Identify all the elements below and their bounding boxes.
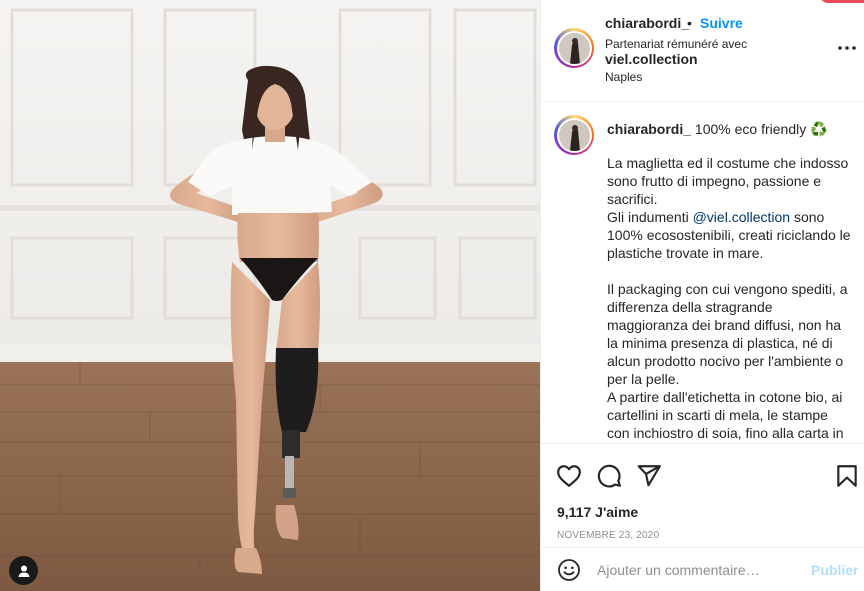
avatar-frame	[556, 117, 592, 153]
avatar-picture	[558, 119, 590, 151]
heart-icon	[557, 465, 581, 487]
share-icon	[637, 465, 661, 487]
comment-box: Publier	[541, 547, 864, 591]
follow-button[interactable]: Suivre	[700, 15, 743, 31]
post-image	[0, 0, 540, 591]
caption-username[interactable]: chiarabordi_	[607, 121, 691, 137]
caption-avatar[interactable]	[554, 115, 594, 155]
avatar-image	[558, 32, 590, 64]
save-button[interactable]	[834, 463, 860, 489]
post-date[interactable]: NOVEMBRE 23, 2020	[557, 530, 659, 541]
avatar-picture	[558, 32, 590, 64]
caption-text: La maglietta ed il costume che indosso s…	[607, 154, 851, 442]
comment-input[interactable]	[597, 559, 793, 581]
caption-header: chiarabordi_ 100% eco friendly ♻️	[607, 121, 828, 138]
like-button[interactable]	[556, 463, 582, 489]
mention-link[interactable]: @viel.collection	[693, 209, 790, 225]
location-link[interactable]: Naples	[605, 70, 642, 84]
caption-paragraph: A partire dall'etichetta in cotone bio, …	[607, 389, 844, 441]
more-horizontal-icon	[838, 46, 856, 50]
caption-paragraph: Gli indumenti @viel.collection sono 100%…	[607, 208, 851, 262]
more-options-button[interactable]	[837, 40, 857, 56]
emoji-button[interactable]	[557, 558, 581, 582]
bookmark-icon	[837, 465, 857, 487]
header-username[interactable]: chiarabordi_	[605, 15, 689, 31]
share-button[interactable]	[636, 463, 662, 489]
comment-icon	[597, 464, 621, 488]
header-avatar[interactable]	[554, 28, 594, 68]
caption-text-part: Gli indumenti	[607, 209, 693, 225]
likes-count[interactable]: 9,117 J'aime	[557, 504, 638, 520]
caption-paragraph: Il packaging con cui vengono spediti, a …	[607, 281, 848, 387]
partner-brand-link[interactable]: viel.collection	[605, 51, 698, 67]
post-side-panel: chiarabordi_ • Suivre Partenariat rémuné…	[540, 0, 864, 591]
avatar-frame	[556, 30, 592, 66]
caption-paragraph: La maglietta ed il costume che indosso s…	[607, 155, 849, 207]
caption-headline: 100% eco friendly ♻️	[694, 121, 828, 137]
action-bar	[541, 458, 864, 492]
post-header: chiarabordi_ • Suivre Partenariat rémuné…	[541, 0, 864, 102]
smiley-icon	[558, 559, 580, 581]
publish-button[interactable]: Publier	[811, 562, 858, 578]
header-separator: •	[687, 15, 692, 31]
tagged-user-button[interactable]	[9, 556, 38, 585]
caption-section: chiarabordi_ 100% eco friendly ♻️ La mag…	[541, 103, 864, 444]
post-photo[interactable]	[0, 0, 540, 591]
paid-partnership-label: Partenariat rémunéré avec	[605, 37, 748, 51]
user-icon	[18, 565, 29, 577]
avatar-image	[558, 119, 590, 151]
comment-button[interactable]	[596, 463, 622, 489]
